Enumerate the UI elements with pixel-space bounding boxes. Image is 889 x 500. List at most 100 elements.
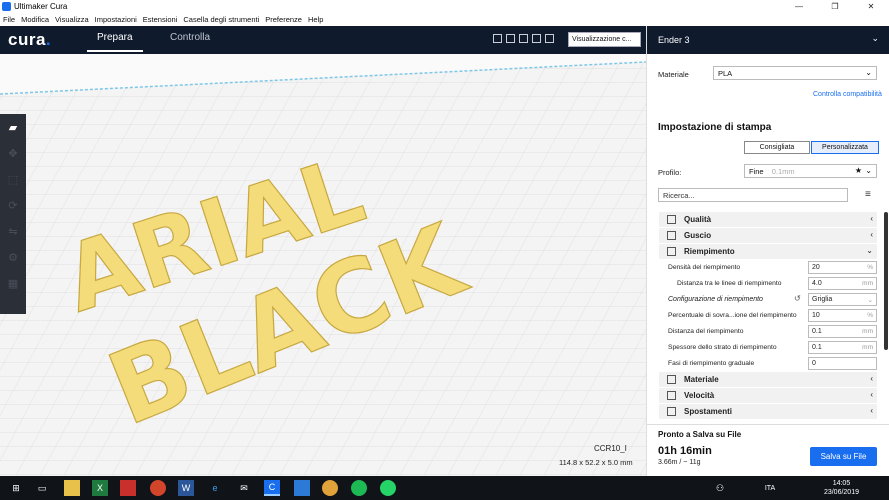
setting-infill-pattern: Configurazione di riempimento ↺ Griglia ⌄ [659, 292, 877, 307]
setting-gradual-infill-steps: Fasi di riempimento graduale 0 [659, 356, 877, 371]
chrome-icon[interactable] [322, 480, 338, 496]
print-settings-panel: Ender 3 ⌄ Materiale PLA ⌄ Controlla compa… [646, 26, 889, 476]
infill-pattern-select[interactable]: Griglia ⌄ [808, 293, 877, 306]
tab-prepara[interactable]: Prepara [87, 32, 143, 52]
settings-scrollbar[interactable] [884, 212, 888, 350]
system-clock[interactable]: 14:05 23/06/2019 [824, 479, 859, 497]
people-icon[interactable]: ⚇ [712, 480, 728, 496]
star-icon: ★ [854, 166, 862, 175]
build-plate-viewport[interactable]: ARIAL BLACK ▰ ✥ ⬚ ⟳ ⇋ ⚙ ▦ [0, 54, 646, 476]
printer-name: Ender 3 [658, 35, 690, 45]
infill-wipe-distance-input[interactable]: 0.1 mm [808, 325, 877, 338]
build-plate-grid: ARIAL BLACK [0, 61, 646, 476]
view-type-select[interactable]: Visualizzazione c... [568, 32, 641, 47]
close-button[interactable]: ✕ [853, 0, 889, 13]
minimize-button[interactable]: — [781, 0, 817, 13]
rotate-tool-icon[interactable]: ⟳ [0, 192, 26, 218]
recommended-mode-button[interactable]: Consigliata [744, 141, 810, 154]
chevron-left-icon: ‹ [870, 390, 873, 399]
menu-preferenze[interactable]: Preferenze [265, 15, 302, 24]
menu-visualizza[interactable]: Visualizza [55, 15, 89, 24]
title-bar: Ultimaker Cura — ❐ ✕ [0, 0, 889, 13]
task-view-icon[interactable]: ▭ [34, 480, 50, 496]
profile-select[interactable]: Fine 0.1mm ★ ⌄ [744, 164, 877, 178]
profile-label: Profilo: [658, 168, 682, 177]
per-model-settings-icon[interactable]: ⚙ [0, 244, 26, 270]
category-quality[interactable]: Qualità ‹ [659, 212, 877, 227]
category-material[interactable]: Materiale ‹ [659, 372, 877, 387]
windows-taskbar: ⊞ ▭ X W e ✉ C ⚇ ITA 14:05 23/06/2019 [0, 476, 889, 500]
settings-menu-icon[interactable]: ≡ [865, 189, 871, 200]
save-to-file-button[interactable]: Salva su File [810, 447, 877, 466]
category-infill[interactable]: Riempimento ⌄ [659, 244, 877, 259]
mirror-tool-icon[interactable]: ⇋ [0, 218, 26, 244]
infill-density-input[interactable]: 20% [808, 261, 877, 274]
cura-taskbar-icon[interactable]: C [264, 480, 280, 496]
spotify-icon[interactable] [351, 480, 367, 496]
reset-icon[interactable]: ↺ [794, 294, 801, 303]
chevron-down-icon: ⌄ [867, 297, 873, 304]
support-blocker-icon[interactable]: ▦ [0, 270, 26, 296]
view-orientation-buttons [493, 34, 554, 43]
quality-icon [667, 215, 676, 224]
menu-modifica[interactable]: Modifica [21, 15, 49, 24]
menu-help[interactable]: Help [308, 15, 323, 24]
word-icon[interactable]: W [178, 480, 194, 496]
view-top-icon[interactable] [519, 34, 528, 43]
tab-controlla[interactable]: Controlla [170, 32, 210, 43]
move-tool-icon[interactable]: ✥ [0, 140, 26, 166]
check-compatibility-link[interactable]: Controlla compatibilità [813, 91, 882, 98]
view-front-icon[interactable] [506, 34, 515, 43]
edge-icon[interactable]: e [207, 480, 223, 496]
chevron-down-icon: ⌄ [866, 246, 873, 255]
category-shell[interactable]: Guscio ‹ [659, 228, 877, 243]
language-indicator[interactable]: ITA [762, 480, 778, 496]
open-file-icon[interactable]: ▰ [0, 114, 26, 140]
material-usage: 3.66m / ~ 11g [658, 459, 701, 466]
settings-search-input[interactable]: Ricerca... [658, 188, 848, 202]
infill-line-distance-input[interactable]: 4.0 mm [808, 277, 877, 290]
infill-layer-thickness-input[interactable]: 0.1 mm [808, 341, 877, 354]
chevron-left-icon: ‹ [870, 406, 873, 415]
menu-file[interactable]: File [3, 15, 15, 24]
chevron-down-icon: ⌄ [865, 166, 872, 175]
chevron-down-icon: ⌄ [871, 33, 879, 43]
whatsapp-icon[interactable] [380, 480, 396, 496]
custom-mode-button[interactable]: Personalizzata [811, 141, 879, 154]
setting-infill-line-distance: Distanza tra le linee di riempimento 4.0… [659, 276, 877, 291]
travel-icon [667, 407, 676, 416]
excel-icon[interactable]: X [92, 480, 108, 496]
menu-estensioni[interactable]: Estensioni [143, 15, 178, 24]
view-right-icon[interactable] [545, 34, 554, 43]
view-left-icon[interactable] [532, 34, 541, 43]
object-name[interactable]: CCR10_I [594, 444, 627, 453]
setting-infill-wipe-distance: Distanza del riempimento 0.1 mm [659, 324, 877, 339]
material-select[interactable]: PLA ⌄ [713, 66, 877, 80]
category-travel[interactable]: Spostamenti ‹ [659, 404, 877, 419]
gradual-infill-steps-input[interactable]: 0 [808, 357, 877, 370]
powerpoint-icon[interactable] [150, 480, 166, 496]
print-settings-title: Impostazione di stampa [658, 122, 772, 133]
print-time: 01h 16min [658, 445, 712, 457]
chevron-left-icon: ‹ [870, 230, 873, 239]
printer-selector[interactable]: Ender 3 ⌄ [647, 26, 889, 54]
dropbox-icon[interactable] [294, 480, 310, 496]
print-status-area: Pronto a Salva su File 01h 16min 3.66m /… [647, 424, 889, 476]
file-explorer-icon[interactable] [64, 480, 80, 496]
mail-icon[interactable]: ✉ [236, 480, 252, 496]
view-3d-icon[interactable] [493, 34, 502, 43]
maximize-button[interactable]: ❐ [817, 0, 853, 13]
scale-tool-icon[interactable]: ⬚ [0, 166, 26, 192]
windows-start-icon[interactable]: ⊞ [8, 480, 24, 496]
menu-casella-strumenti[interactable]: Casella degli strumenti [183, 15, 259, 24]
cura-app-icon [2, 2, 11, 11]
infill-overlap-input[interactable]: 10% [808, 309, 877, 322]
gift-app-icon[interactable] [120, 480, 136, 496]
infill-icon [667, 247, 676, 256]
category-speed[interactable]: Velocità ‹ [659, 388, 877, 403]
stage-bar: cura. Prepara Controlla Visualizzazione … [0, 26, 646, 54]
chevron-left-icon: ‹ [870, 214, 873, 223]
object-dimensions: 114.8 x 52.2 x 5.0 mm [559, 458, 633, 467]
window-controls: — ❐ ✕ [781, 0, 889, 13]
menu-impostazioni[interactable]: Impostazioni [95, 15, 137, 24]
